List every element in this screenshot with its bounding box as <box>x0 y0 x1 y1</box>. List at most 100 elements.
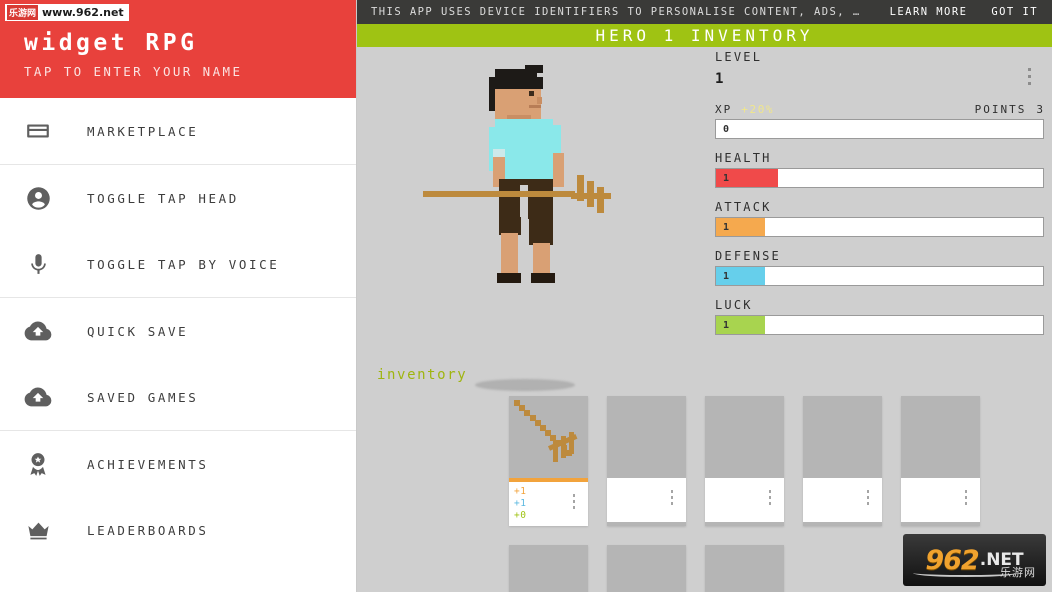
stat-bar-defense[interactable]: 1 <box>715 266 1044 286</box>
stat-block-attack: ATTACK 1 <box>709 200 1052 237</box>
slot-overflow-menu-icon[interactable] <box>667 490 677 508</box>
sidebar-item-marketplace[interactable]: MARKETPLACE <box>0 98 356 164</box>
slot-artwork <box>509 396 588 478</box>
inventory-slot[interactable]: +1 +1 +0 <box>509 396 588 526</box>
slot-buffs: +1 +1 +0 <box>514 486 526 522</box>
stat-value: 1 <box>723 319 730 331</box>
character-stage <box>357 47 709 391</box>
sidebar-label: MARKETPLACE <box>87 123 199 139</box>
sidebar-item-achievements[interactable]: ACHIEVEMENTS <box>0 431 356 497</box>
xp-row: XP +20% POINTS 3 <box>715 103 1044 116</box>
slot-footer <box>803 478 882 522</box>
stat-block-defense: DEFENSE 1 <box>709 249 1052 286</box>
sidebar-label: ACHIEVEMENTS <box>87 456 209 472</box>
sidebar-item-toggle-tap-head[interactable]: TOGGLE TAP HEAD <box>0 165 356 231</box>
slot-footer <box>607 478 686 522</box>
slot-overflow-menu-icon[interactable] <box>765 490 775 508</box>
menu-group-1: MARKETPLACE <box>0 98 356 165</box>
points-value: 3 <box>1036 103 1044 116</box>
inventory-slot[interactable] <box>901 396 980 526</box>
stat-name: LUCK <box>715 298 753 312</box>
cloud-upload-icon <box>19 378 57 416</box>
page-title: HERO 1 INVENTORY <box>595 26 814 45</box>
slot-buff: +1 <box>514 486 527 497</box>
sidebar-label: TOGGLE TAP HEAD <box>87 190 239 206</box>
slot-overflow-menu-icon[interactable] <box>569 494 579 512</box>
stat-name: HEALTH <box>715 151 772 165</box>
navigation-drawer: widget RPG TAP TO ENTER YOUR NAME MARKET… <box>0 0 357 592</box>
stat-bar-health[interactable]: 1 <box>715 168 1044 188</box>
stat-value: 1 <box>723 172 730 184</box>
slot-artwork <box>901 396 980 478</box>
xp-value: 0 <box>723 124 730 135</box>
slot-overflow-menu-icon[interactable] <box>863 490 873 508</box>
stats-overflow-menu-icon[interactable] <box>1020 68 1038 90</box>
watermark-badge-cn: 乐游网 <box>7 5 39 20</box>
sidebar-label: SAVED GAMES <box>87 389 199 405</box>
menu-group-3: QUICK SAVE SAVED GAMES <box>0 298 356 431</box>
app-root: widget RPG TAP TO ENTER YOUR NAME MARKET… <box>0 0 1052 592</box>
stat-bar-luck[interactable]: 1 <box>715 315 1044 335</box>
xp-label: XP <box>715 103 733 116</box>
sidebar-item-toggle-tap-by-voice[interactable]: TOGGLE TAP BY VOICE <box>0 231 356 297</box>
main-panel: HERO 1 INVENTORY THIS APP USES DEVICE ID… <box>357 0 1052 592</box>
slot-buff: +0 <box>514 510 527 521</box>
consent-banner: THIS APP USES DEVICE IDENTIFIERS TO PERS… <box>357 0 1052 24</box>
watermark-url: www.962.net <box>42 6 124 19</box>
slot-artwork <box>607 396 686 478</box>
slot-footer <box>705 478 784 522</box>
slot-buff: +1 <box>514 498 527 509</box>
award-ribbon-icon <box>19 445 57 483</box>
points-label: POINTS <box>974 103 1027 116</box>
level-value: 1 <box>715 71 725 87</box>
stat-bar-attack[interactable]: 1 <box>715 217 1044 237</box>
inventory-slot[interactable] <box>607 545 686 592</box>
inventory-slot[interactable] <box>803 396 882 526</box>
stat-name: ATTACK <box>715 200 772 214</box>
inventory-slot[interactable] <box>509 545 588 592</box>
slot-artwork <box>509 545 588 592</box>
slot-artwork <box>705 545 784 592</box>
stat-block-luck: LUCK 1 <box>709 298 1052 335</box>
sidebar-item-quick-save[interactable]: QUICK SAVE <box>0 298 356 364</box>
stat-block-health: HEALTH 1 <box>709 151 1052 188</box>
watermark-bottom-right: 962 .NET 乐游网 <box>903 534 1046 586</box>
sidebar-label: QUICK SAVE <box>87 323 189 339</box>
cloud-upload-icon <box>19 312 57 350</box>
stat-value: 1 <box>723 221 730 233</box>
account-circle-icon <box>19 179 57 217</box>
xp-bonus-badge: +20% <box>741 103 775 116</box>
learn-more-button[interactable]: LEARN MORE <box>878 6 980 18</box>
stat-name: DEFENSE <box>715 249 781 263</box>
sidebar-item-leaderboards[interactable]: LEADERBOARDS <box>0 497 356 563</box>
slot-overflow-menu-icon[interactable] <box>961 490 971 508</box>
menu-group-2: TOGGLE TAP HEAD TOGGLE TAP BY VOICE <box>0 165 356 298</box>
level-label: LEVEL <box>715 50 763 64</box>
sidebar-item-saved-games[interactable]: SAVED GAMES <box>0 364 356 430</box>
inventory-slot[interactable] <box>705 545 784 592</box>
watermark-top-left: 乐游网 www.962.net <box>5 4 129 21</box>
menu-group-4: ACHIEVEMENTS LEADERBOARDS <box>0 431 356 563</box>
slot-artwork <box>705 396 784 478</box>
hero-stats-panel: LEVEL 1 XP +20% POINTS 3 0 HEALTH 1 ATTACK… <box>709 50 1052 335</box>
slot-artwork <box>803 396 882 478</box>
inventory-slot[interactable] <box>705 396 784 526</box>
stat-bars-list: HEALTH 1 ATTACK 1 DEFENSE 1 LUCK 1 <box>709 151 1052 335</box>
stat-value: 1 <box>723 270 730 282</box>
consent-message: THIS APP USES DEVICE IDENTIFIERS TO PERS… <box>371 6 861 18</box>
slot-artwork <box>607 545 686 592</box>
inventory-title: inventory <box>377 367 468 383</box>
character-shadow <box>475 379 575 391</box>
crown-icon <box>19 511 57 549</box>
credit-card-icon <box>19 112 57 150</box>
slot-footer: +1 +1 +0 <box>509 482 588 526</box>
sidebar-label: LEADERBOARDS <box>87 522 209 538</box>
got-it-button[interactable]: GOT IT <box>979 6 1052 18</box>
watermark-cn-text: 乐游网 <box>1000 566 1036 579</box>
enter-name-prompt[interactable]: TAP TO ENTER YOUR NAME <box>24 64 356 79</box>
inventory-slot[interactable] <box>607 396 686 526</box>
app-title: widget RPG <box>24 30 198 56</box>
sidebar-label: TOGGLE TAP BY VOICE <box>87 256 280 272</box>
hero-sprite[interactable] <box>423 57 637 317</box>
xp-bar[interactable]: 0 <box>715 119 1044 139</box>
